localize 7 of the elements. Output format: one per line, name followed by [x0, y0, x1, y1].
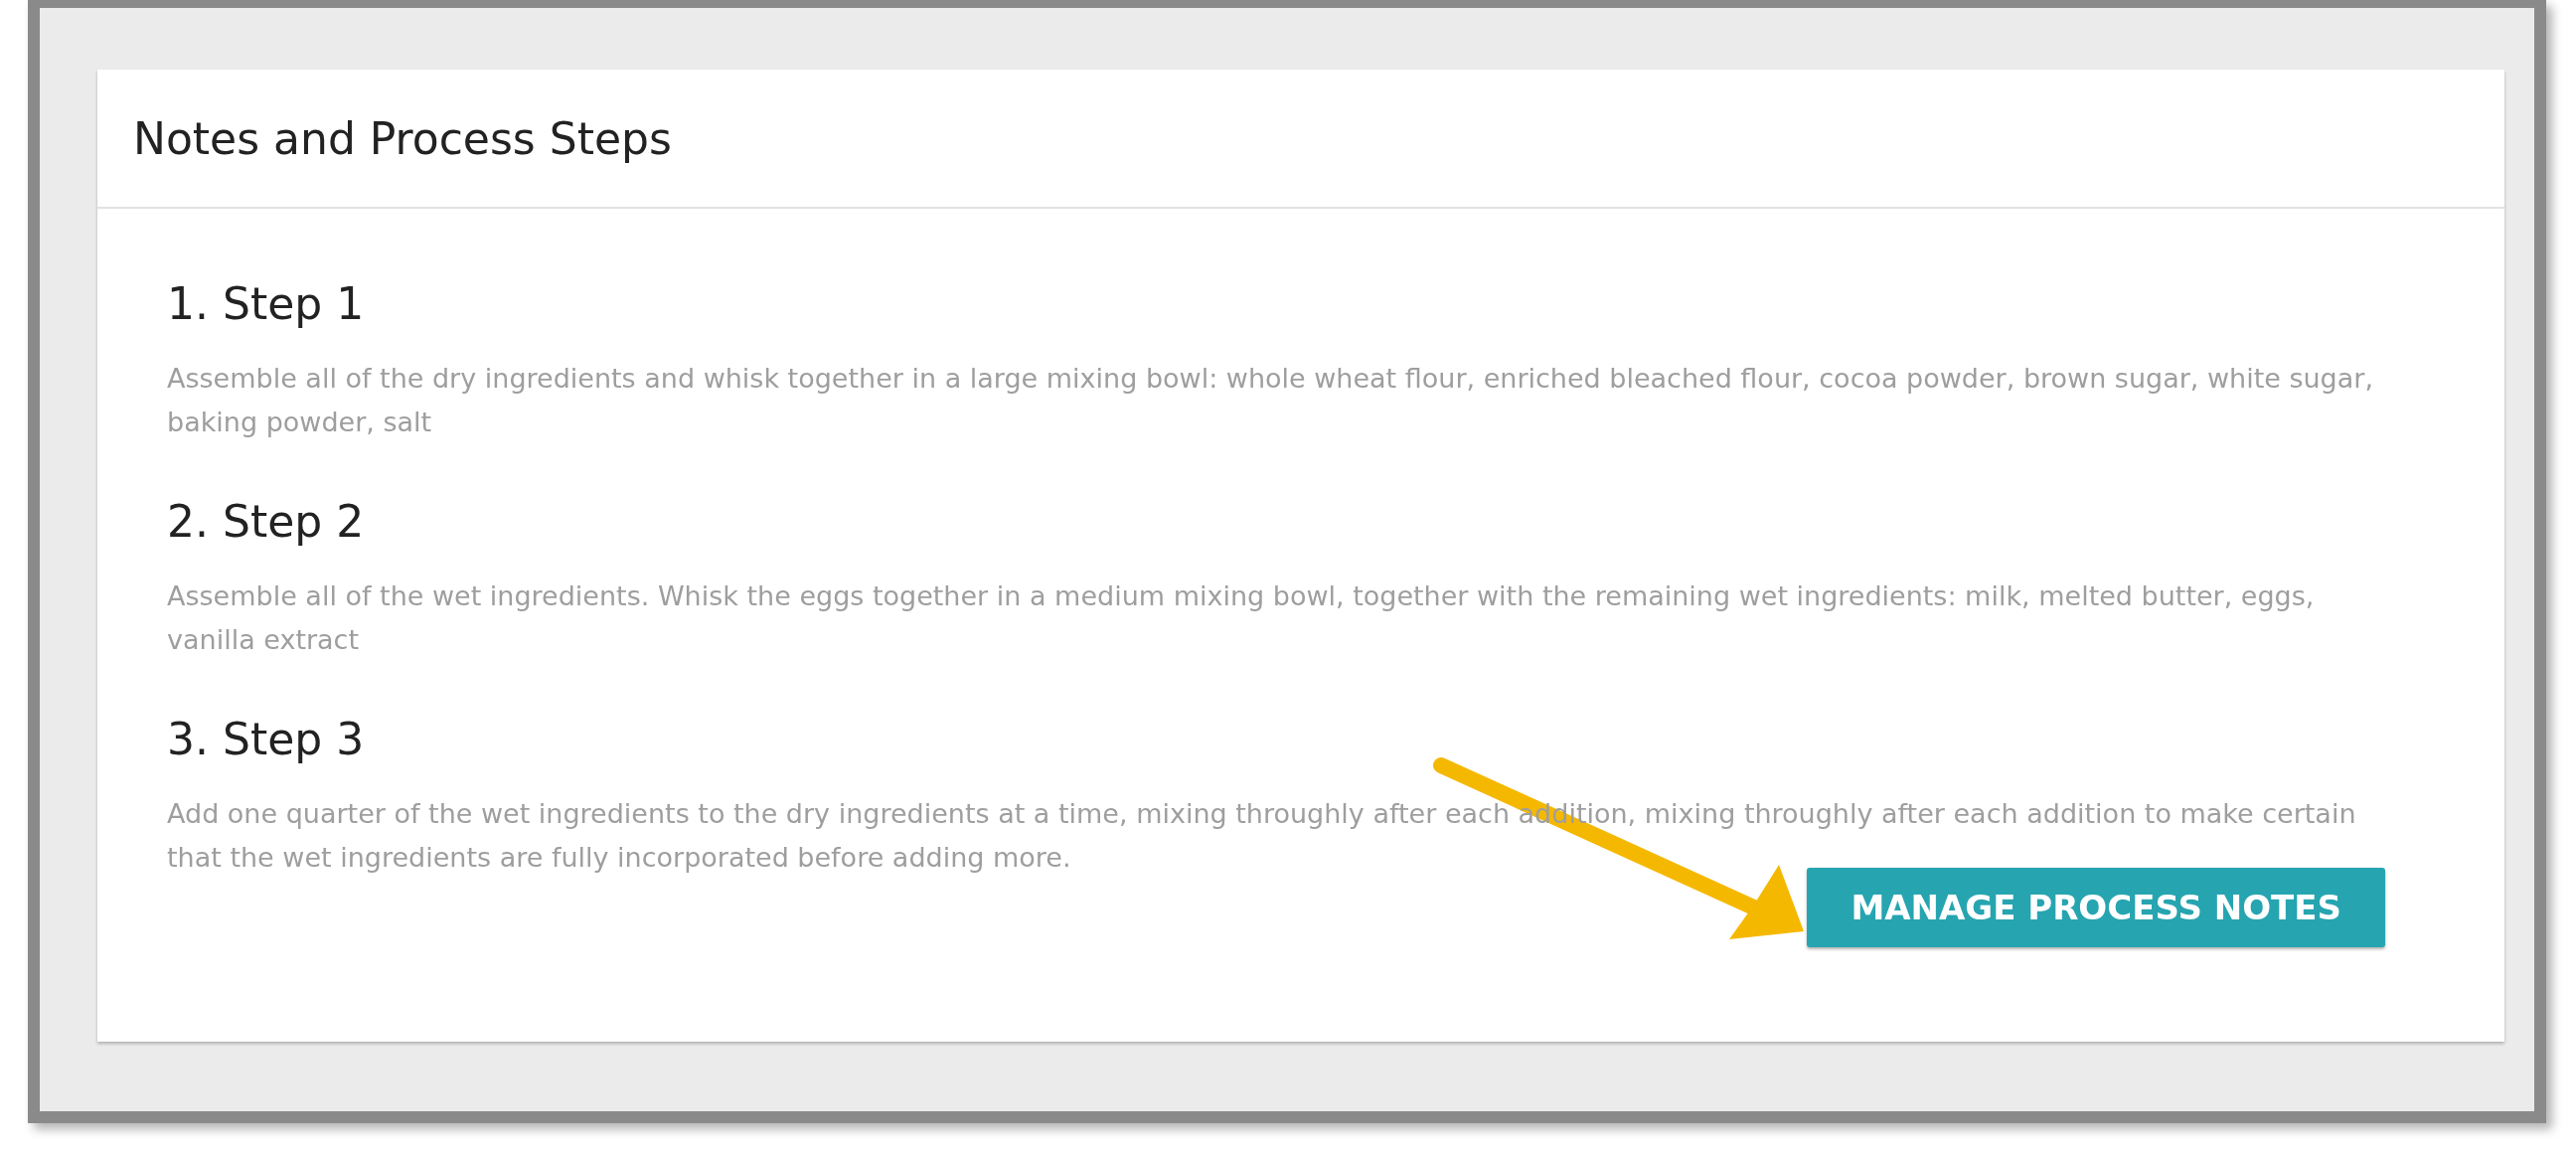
manage-process-notes-button[interactable]: MANAGE PROCESS NOTES [1807, 868, 2385, 947]
step-description: Assemble all of the wet ingredients. Whisk the eggs together in a medium mixing bowl, together with the remaining wet ingredients: milk, melted butter, eggs, vanilla extract [167, 579, 2316, 657]
step-description: Assemble all of the dry ingredients and whisk together in a large mixing bowl: whole wheat flour, enriched bleached flour, cocoa powder, brown sugar, white sugar, baking powder, salt [167, 362, 2374, 439]
step-heading: 2. Step 2 [167, 496, 366, 547]
step-heading: 1. Step 1 [167, 278, 366, 329]
card-title: Notes and Process Steps [133, 112, 672, 164]
step-heading: 3. Step 3 [167, 714, 366, 764]
